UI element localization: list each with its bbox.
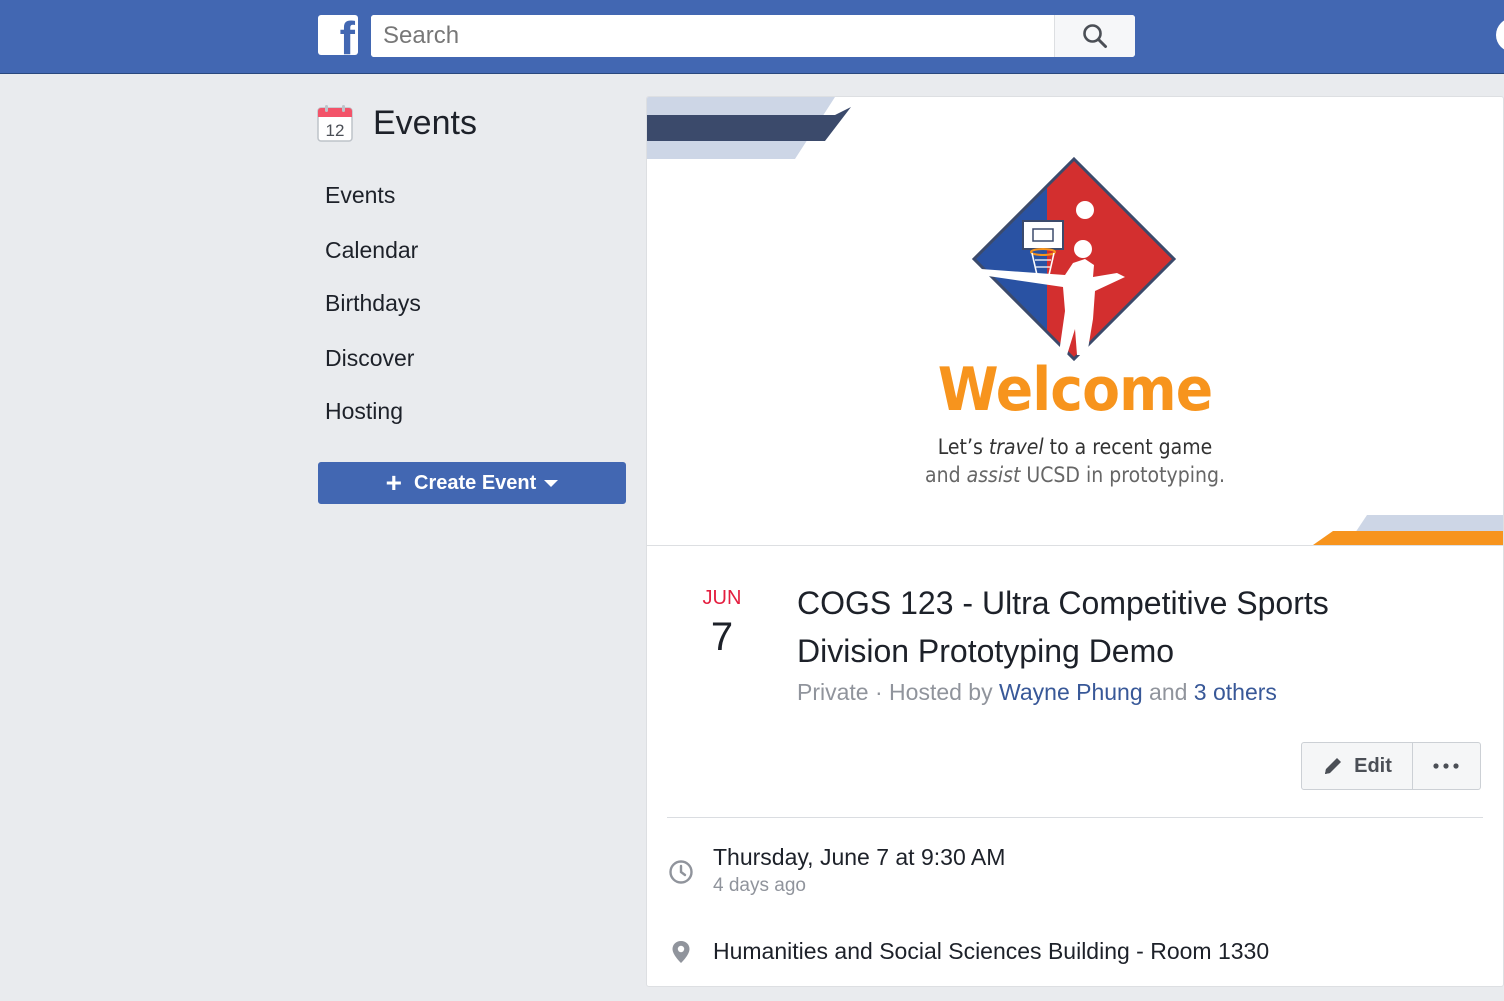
clock-icon: [669, 860, 693, 884]
more-options-button[interactable]: [1412, 743, 1480, 789]
create-event-button[interactable]: + Create Event: [318, 462, 626, 504]
event-relative-time: 4 days ago: [713, 875, 806, 896]
more-icon: [1433, 763, 1459, 769]
sidebar-item-events[interactable]: Events: [325, 182, 395, 209]
search-button[interactable]: [1054, 15, 1135, 57]
cover-tagline-2: and assist UCSD in prototyping.: [925, 463, 1225, 487]
sidebar-item-discover[interactable]: Discover: [325, 345, 414, 372]
calendar-icon: 12: [317, 105, 353, 142]
cover-welcome-text: Welcome: [937, 355, 1213, 425]
facebook-logo[interactable]: f: [318, 15, 358, 55]
create-event-label: Create Event: [414, 471, 537, 494]
event-card: Welcome Let’s travel to a recent game an…: [646, 96, 1504, 987]
event-privacy: Private: [797, 679, 869, 705]
plus-icon: +: [385, 467, 403, 498]
cover-photo[interactable]: Welcome Let’s travel to a recent game an…: [647, 97, 1503, 546]
event-datetime: Thursday, June 7 at 9:30 AM: [713, 844, 1006, 870]
top-bar: f: [0, 0, 1504, 74]
event-date-day: 7: [710, 615, 734, 659]
event-title: COGS 123 - Ultra Competitive Sports Divi…: [797, 585, 1329, 669]
sidebar-item-hosting[interactable]: Hosting: [325, 398, 403, 425]
calendar-icon-day: 12: [326, 121, 345, 140]
sidebar-item-calendar[interactable]: Calendar: [325, 237, 418, 264]
edit-label: Edit: [1354, 754, 1392, 777]
event-actions: Edit: [1301, 742, 1481, 790]
other-hosts-link[interactable]: 3 others: [1194, 679, 1277, 705]
event-meta: Private · Hosted by Wayne Phung and 3 ot…: [797, 679, 1277, 705]
event-date-month: JUN: [702, 587, 742, 609]
event-location[interactable]: Humanities and Social Sciences Building …: [713, 938, 1269, 965]
account-avatar[interactable]: [1496, 18, 1504, 52]
page-title: Events: [373, 104, 477, 142]
sidebar-item-birthdays[interactable]: Birthdays: [325, 290, 421, 317]
host-link[interactable]: Wayne Phung: [999, 679, 1143, 705]
cover-tagline-1: Let’s travel to a recent game: [937, 435, 1213, 459]
divider: [667, 817, 1483, 818]
search-input[interactable]: [371, 15, 1055, 57]
hosted-by-label: Hosted by: [889, 679, 999, 705]
basketball-logo: [971, 156, 1177, 362]
pencil-icon: [1325, 758, 1342, 774]
edit-button[interactable]: Edit: [1302, 743, 1413, 789]
nav-header: 12 Events: [317, 104, 477, 143]
search-icon: [1083, 24, 1107, 48]
search-box: [371, 15, 1135, 57]
caret-down-icon: [544, 479, 559, 487]
location-pin-icon: [672, 941, 690, 963]
